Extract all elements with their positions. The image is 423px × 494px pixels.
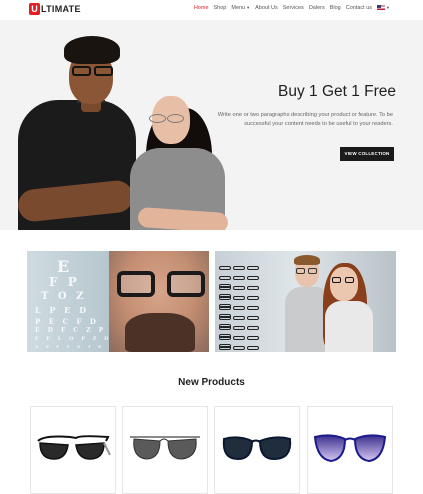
boy-glasses [295,268,319,274]
glasses-lens-left [117,271,155,297]
hero-description: Write one or two paragraphs describing y… [217,112,393,127]
brand-logo[interactable]: U LTIMATE [29,3,81,15]
man-glasses [70,66,116,76]
eyewear-shelf [219,257,274,288]
lens-left [296,268,305,274]
black-sport-sunglasses-image [37,435,111,460]
woman-body [325,301,373,352]
eye-chart-row: T O Z [41,291,87,302]
metal-aviator-sunglasses-image [130,436,200,460]
product-card[interactable] [30,406,116,494]
eyewear-shelf [219,287,274,318]
eye-chart-row: F E L O P Z D [35,336,112,342]
new-products-title: New Products [178,377,245,388]
nav-item-shop[interactable]: Shop [214,5,227,11]
eye-chart-row: P E C F D [35,317,99,326]
man-beard [125,313,195,352]
eye-chart-row: E [57,257,73,276]
chevron-down-icon: ▼ [246,5,251,10]
lens-right [308,268,317,274]
navy-cat-eye-sunglasses-image [222,436,292,461]
product-card[interactable] [214,406,300,494]
site-header: U LTIMATE Home Shop Menu▼ About Us Servi… [0,0,423,20]
lens-left [332,277,341,283]
eyewear-shelf [219,307,274,338]
logo-text: LTIMATE [41,4,81,14]
nav-item-blog[interactable]: Blog [330,5,341,11]
us-flag-icon [377,5,386,11]
lens-right [167,114,184,123]
lens-right [94,66,113,76]
hero-section: Buy 1 Get 1 Free Write one or two paragr… [0,20,423,230]
nav-item-home[interactable]: Home [194,5,209,11]
blue-purple-gradient-sunglasses-image [313,434,387,463]
woman-glasses [147,114,187,123]
nav-item-menu[interactable]: Menu▼ [231,5,250,11]
logo-mark: U [29,3,40,15]
eyewear-shelf [219,297,274,328]
eyewear-shelf [219,277,274,308]
banner-eye-exam[interactable]: E F P T O Z L P E D P E C F D E D F C Z … [27,251,209,352]
eyewear-shelf [219,337,274,350]
lens-right [345,277,354,283]
lens-left [149,114,166,123]
nav-item-about[interactable]: About Us [255,5,278,11]
eyewear-shelf [219,267,274,298]
nav-item-services[interactable]: Services [283,5,304,11]
nav-item-dalers[interactable]: Dalers [309,5,325,11]
main-nav: Home Shop Menu▼ About Us Services Dalers… [194,5,390,11]
boy-hair [294,255,320,265]
eye-chart-row: F P [49,275,80,289]
hero-title: Buy 1 Get 1 Free [278,83,397,100]
product-card[interactable] [307,406,393,494]
eyewear-shelf [219,317,274,348]
woman-head [330,267,358,301]
eye-chart-row: L P E D [35,305,90,315]
nav-item-contact[interactable]: Contact us [346,5,372,11]
glasses-lens-right [167,271,205,297]
language-selector[interactable]: ▼ [377,5,390,11]
woman-glasses [331,277,357,283]
man-hair [64,36,120,64]
view-collection-button[interactable]: VIEW COLLECTION [340,147,394,161]
eyewear-shelf [219,327,274,340]
lens-left [72,66,91,76]
eye-chart-row: E D F C Z P [35,327,107,334]
product-card[interactable] [122,406,208,494]
eye-chart-row: D E F P O T E C [35,344,115,349]
chevron-down-icon: ▼ [386,5,390,10]
nav-item-menu-label: Menu [231,5,246,11]
banner-family-store[interactable] [215,251,396,352]
